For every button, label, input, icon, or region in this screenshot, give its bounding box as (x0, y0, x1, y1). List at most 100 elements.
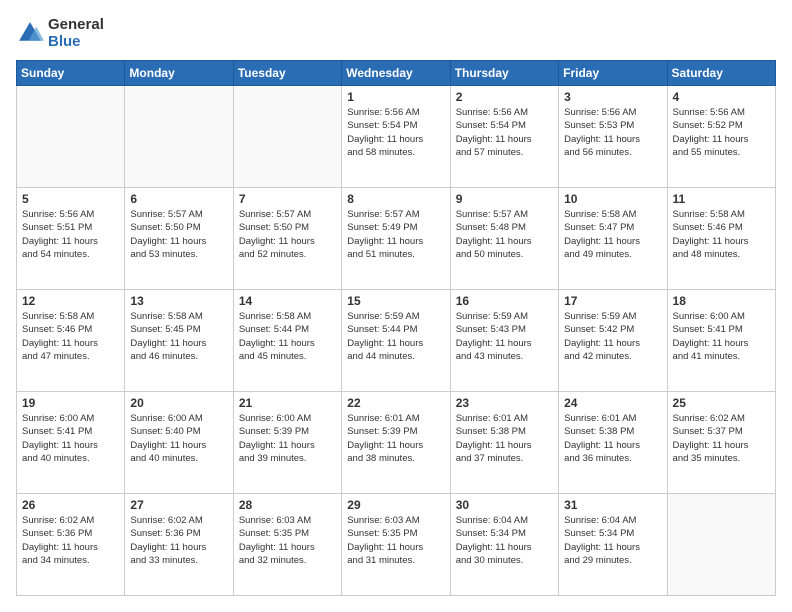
calendar-week-row: 12 Sunrise: 5:58 AM Sunset: 5:46 PM Dayli… (17, 290, 776, 392)
day-number: 9 (456, 192, 553, 206)
calendar-cell: 7 Sunrise: 5:57 AM Sunset: 5:50 PM Daylig… (233, 188, 341, 290)
cell-sun-info: Sunrise: 6:01 AM Sunset: 5:38 PM Dayligh… (456, 412, 553, 465)
day-number: 8 (347, 192, 444, 206)
cell-sun-info: Sunrise: 6:04 AM Sunset: 5:34 PM Dayligh… (564, 514, 661, 567)
cell-sun-info: Sunrise: 6:01 AM Sunset: 5:38 PM Dayligh… (564, 412, 661, 465)
day-number: 1 (347, 90, 444, 104)
weekday-header: Saturday (667, 61, 775, 86)
day-number: 2 (456, 90, 553, 104)
calendar-cell: 10 Sunrise: 5:58 AM Sunset: 5:47 PM Dayli… (559, 188, 667, 290)
day-number: 19 (22, 396, 119, 410)
calendar-cell: 11Sunrise: 5:58 AM Sunset: 5:46 PM Dayli… (667, 188, 775, 290)
calendar-cell: 13 Sunrise: 5:58 AM Sunset: 5:45 PM Dayli… (125, 290, 233, 392)
cell-sun-info: Sunrise: 5:56 AM Sunset: 5:51 PM Dayligh… (22, 208, 119, 261)
calendar-cell: 15 Sunrise: 5:59 AM Sunset: 5:44 PM Dayli… (342, 290, 450, 392)
day-number: 22 (347, 396, 444, 410)
day-number: 29 (347, 498, 444, 512)
day-number: 14 (239, 294, 336, 308)
day-number: 27 (130, 498, 227, 512)
calendar-cell: 21Sunrise: 6:00 AM Sunset: 5:39 PM Dayli… (233, 392, 341, 494)
calendar-cell: 5 Sunrise: 5:56 AM Sunset: 5:51 PM Daylig… (17, 188, 125, 290)
cell-sun-info: Sunrise: 5:56 AM Sunset: 5:54 PM Dayligh… (456, 106, 553, 159)
day-number: 10 (564, 192, 661, 206)
calendar-cell: 6Sunrise: 5:57 AM Sunset: 5:50 PM Daylig… (125, 188, 233, 290)
day-number: 26 (22, 498, 119, 512)
cell-sun-info: Sunrise: 6:00 AM Sunset: 5:41 PM Dayligh… (673, 310, 770, 363)
calendar-table: SundayMondayTuesdayWednesdayThursdayFrid… (16, 60, 776, 596)
calendar-cell (17, 86, 125, 188)
cell-sun-info: Sunrise: 5:59 AM Sunset: 5:43 PM Dayligh… (456, 310, 553, 363)
calendar-cell: 20 Sunrise: 6:00 AM Sunset: 5:40 PM Dayli… (125, 392, 233, 494)
cell-sun-info: Sunrise: 5:58 AM Sunset: 5:44 PM Dayligh… (239, 310, 336, 363)
day-number: 23 (456, 396, 553, 410)
cell-sun-info: Sunrise: 6:02 AM Sunset: 5:36 PM Dayligh… (130, 514, 227, 567)
logo: General Blue (16, 16, 104, 50)
day-number: 15 (347, 294, 444, 308)
weekday-header: Sunday (17, 61, 125, 86)
cell-sun-info: Sunrise: 6:04 AM Sunset: 5:34 PM Dayligh… (456, 514, 553, 567)
day-number: 7 (239, 192, 336, 206)
day-number: 25 (673, 396, 770, 410)
cell-sun-info: Sunrise: 6:00 AM Sunset: 5:41 PM Dayligh… (22, 412, 119, 465)
day-number: 31 (564, 498, 661, 512)
calendar-cell: 12 Sunrise: 5:58 AM Sunset: 5:46 PM Dayli… (17, 290, 125, 392)
calendar-cell: 2 Sunrise: 5:56 AM Sunset: 5:54 PM Daylig… (450, 86, 558, 188)
calendar-week-row: 19 Sunrise: 6:00 AM Sunset: 5:41 PM Dayli… (17, 392, 776, 494)
cell-sun-info: Sunrise: 6:03 AM Sunset: 5:35 PM Dayligh… (347, 514, 444, 567)
day-number: 13 (130, 294, 227, 308)
day-number: 30 (456, 498, 553, 512)
cell-sun-info: Sunrise: 6:01 AM Sunset: 5:39 PM Dayligh… (347, 412, 444, 465)
cell-sun-info: Sunrise: 5:57 AM Sunset: 5:48 PM Dayligh… (456, 208, 553, 261)
calendar-cell: 9 Sunrise: 5:57 AM Sunset: 5:48 PM Daylig… (450, 188, 558, 290)
calendar-cell: 22 Sunrise: 6:01 AM Sunset: 5:39 PM Dayli… (342, 392, 450, 494)
page: General Blue SundayMondayTuesdayWednesda… (0, 0, 792, 612)
calendar-cell: 23 Sunrise: 6:01 AM Sunset: 5:38 PM Dayli… (450, 392, 558, 494)
calendar-cell: 19 Sunrise: 6:00 AM Sunset: 5:41 PM Dayli… (17, 392, 125, 494)
cell-sun-info: Sunrise: 5:57 AM Sunset: 5:49 PM Dayligh… (347, 208, 444, 261)
day-number: 16 (456, 294, 553, 308)
weekday-header: Wednesday (342, 61, 450, 86)
header: General Blue (16, 16, 776, 50)
calendar-cell: 14 Sunrise: 5:58 AM Sunset: 5:44 PM Dayli… (233, 290, 341, 392)
calendar-cell: 8 Sunrise: 5:57 AM Sunset: 5:49 PM Daylig… (342, 188, 450, 290)
calendar-cell: 30 Sunrise: 6:04 AM Sunset: 5:34 PM Dayli… (450, 494, 558, 596)
calendar-cell: 26 Sunrise: 6:02 AM Sunset: 5:36 PM Dayli… (17, 494, 125, 596)
cell-sun-info: Sunrise: 5:58 AM Sunset: 5:46 PM Dayligh… (673, 208, 770, 261)
cell-sun-info: Sunrise: 5:58 AM Sunset: 5:45 PM Dayligh… (130, 310, 227, 363)
calendar-cell (233, 86, 341, 188)
cell-sun-info: Sunrise: 6:02 AM Sunset: 5:36 PM Dayligh… (22, 514, 119, 567)
calendar-cell: 18Sunrise: 6:00 AM Sunset: 5:41 PM Dayli… (667, 290, 775, 392)
weekday-header: Tuesday (233, 61, 341, 86)
cell-sun-info: Sunrise: 5:57 AM Sunset: 5:50 PM Dayligh… (239, 208, 336, 261)
cell-sun-info: Sunrise: 5:59 AM Sunset: 5:44 PM Dayligh… (347, 310, 444, 363)
calendar-cell: 4Sunrise: 5:56 AM Sunset: 5:52 PM Daylig… (667, 86, 775, 188)
calendar-header-row: SundayMondayTuesdayWednesdayThursdayFrid… (17, 61, 776, 86)
calendar-cell: 25 Sunrise: 6:02 AM Sunset: 5:37 PM Dayli… (667, 392, 775, 494)
cell-sun-info: Sunrise: 5:58 AM Sunset: 5:47 PM Dayligh… (564, 208, 661, 261)
calendar-cell: 16 Sunrise: 5:59 AM Sunset: 5:43 PM Dayli… (450, 290, 558, 392)
cell-sun-info: Sunrise: 5:58 AM Sunset: 5:46 PM Dayligh… (22, 310, 119, 363)
cell-sun-info: Sunrise: 6:00 AM Sunset: 5:39 PM Dayligh… (239, 412, 336, 465)
calendar-cell (667, 494, 775, 596)
calendar-week-row: 1 Sunrise: 5:56 AM Sunset: 5:54 PM Daylig… (17, 86, 776, 188)
calendar-cell: 24 Sunrise: 6:01 AM Sunset: 5:38 PM Dayli… (559, 392, 667, 494)
weekday-header: Friday (559, 61, 667, 86)
calendar-cell: 17Sunrise: 5:59 AM Sunset: 5:42 PM Dayli… (559, 290, 667, 392)
cell-sun-info: Sunrise: 5:56 AM Sunset: 5:53 PM Dayligh… (564, 106, 661, 159)
calendar-cell: 29 Sunrise: 6:03 AM Sunset: 5:35 PM Dayli… (342, 494, 450, 596)
day-number: 6 (130, 192, 227, 206)
cell-sun-info: Sunrise: 6:00 AM Sunset: 5:40 PM Dayligh… (130, 412, 227, 465)
cell-sun-info: Sunrise: 5:56 AM Sunset: 5:54 PM Dayligh… (347, 106, 444, 159)
logo-text: General Blue (48, 16, 104, 50)
day-number: 12 (22, 294, 119, 308)
calendar-cell: 28Sunrise: 6:03 AM Sunset: 5:35 PM Dayli… (233, 494, 341, 596)
day-number: 24 (564, 396, 661, 410)
calendar-cell: 31 Sunrise: 6:04 AM Sunset: 5:34 PM Dayli… (559, 494, 667, 596)
calendar-week-row: 5 Sunrise: 5:56 AM Sunset: 5:51 PM Daylig… (17, 188, 776, 290)
cell-sun-info: Sunrise: 6:02 AM Sunset: 5:37 PM Dayligh… (673, 412, 770, 465)
day-number: 28 (239, 498, 336, 512)
day-number: 5 (22, 192, 119, 206)
calendar-cell (125, 86, 233, 188)
calendar-week-row: 26 Sunrise: 6:02 AM Sunset: 5:36 PM Dayli… (17, 494, 776, 596)
day-number: 20 (130, 396, 227, 410)
